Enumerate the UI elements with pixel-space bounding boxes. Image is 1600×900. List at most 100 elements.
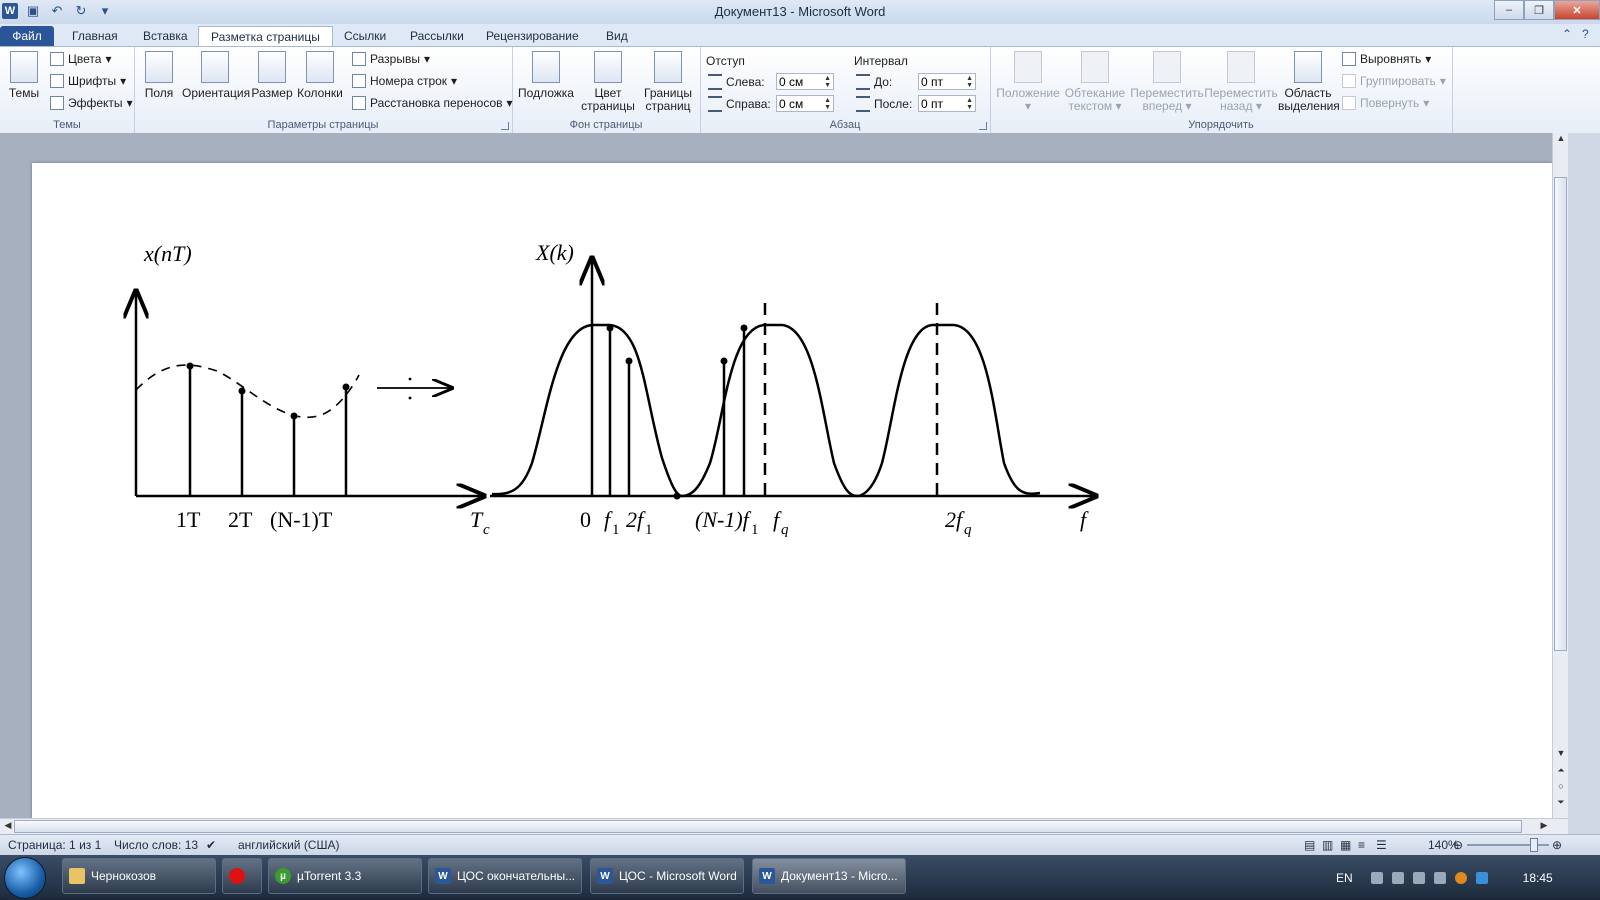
paragraph-launcher-icon[interactable]: [979, 122, 987, 130]
group-paragraph: Отступ Слева: ▲▼ Справа: ▲▼ Интервал До:…: [700, 47, 991, 133]
indent-right-input[interactable]: [779, 96, 819, 111]
bring-forward-button[interactable]: Переместить вперед ▾: [1130, 51, 1204, 113]
tab-page-layout[interactable]: Разметка страницы: [198, 26, 333, 47]
status-page[interactable]: Страница: 1 из 1: [8, 838, 101, 852]
app-tray-icon[interactable]: [1454, 871, 1467, 884]
close-button[interactable]: ✕: [1554, 0, 1600, 20]
page-borders-button[interactable]: Границы страниц: [640, 51, 696, 113]
margins-button[interactable]: Поля: [142, 51, 176, 100]
wrap-text-icon: [1081, 51, 1109, 83]
window-title: Документ13 - Microsoft Word: [714, 4, 886, 19]
maximize-button[interactable]: ❐: [1524, 0, 1554, 20]
spacing-after-input[interactable]: [921, 96, 961, 111]
line-numbers-button[interactable]: Номера строк ▾: [352, 74, 457, 88]
update-tray-icon[interactable]: [1475, 871, 1488, 884]
taskbar-item-utorrent[interactable]: µ µTorrent 3.3: [268, 858, 422, 894]
minimize-button[interactable]: ‒: [1494, 0, 1524, 20]
indent-right-spinner[interactable]: ▲▼: [776, 95, 834, 112]
hyphenation-button[interactable]: Расстановка переносов ▾: [352, 96, 513, 110]
taskbar-item-folder[interactable]: Чернокозов: [62, 858, 216, 894]
theme-colors-button[interactable]: Цвета ▾: [50, 52, 111, 66]
vertical-scroll-thumb[interactable]: [1554, 177, 1567, 651]
tab-view[interactable]: Вид: [594, 26, 640, 46]
page-setup-launcher-icon[interactable]: [501, 122, 509, 130]
spacing-before-input[interactable]: [921, 74, 961, 89]
wrap-text-button[interactable]: Обтекание текстом ▾: [1062, 51, 1128, 113]
arrow-dot: [408, 377, 412, 381]
taskbar-item-word-2[interactable]: W ЦОС - Microsoft Word: [590, 858, 744, 894]
scroll-up-icon[interactable]: ▲: [1553, 133, 1569, 147]
spectral-dot: [673, 492, 681, 500]
tab-file[interactable]: Файл: [0, 26, 54, 46]
send-backward-icon: [1227, 51, 1255, 83]
columns-button[interactable]: Колонки: [296, 51, 344, 100]
show-hidden-icons-icon[interactable]: [1370, 871, 1383, 884]
status-words[interactable]: Число слов: 13: [114, 838, 198, 852]
watermark-button[interactable]: Подложка: [518, 51, 574, 100]
selection-pane-button[interactable]: Область выделения: [1278, 51, 1340, 113]
spacing-after-row: После: ▲▼: [856, 95, 976, 112]
browse-object-icon[interactable]: ○: [1553, 781, 1569, 795]
start-button[interactable]: [4, 857, 46, 899]
scroll-right-icon[interactable]: ▶: [1536, 820, 1552, 834]
volume-icon[interactable]: [1412, 871, 1425, 884]
zoom-in-icon[interactable]: ⊕: [1552, 838, 1562, 852]
status-language[interactable]: английский (США): [238, 838, 339, 852]
orientation-button[interactable]: Ориентация: [182, 51, 250, 100]
taskbar-item-opera[interactable]: [222, 858, 262, 894]
spacing-after-spinner[interactable]: ▲▼: [918, 95, 976, 112]
scroll-down-icon[interactable]: ▼: [1553, 748, 1569, 762]
opera-icon: [229, 868, 245, 884]
document-page[interactable]: x(nT) 1T 2T (N-1)T T c X(k) 0 f 1 2f 1 (…: [32, 163, 1552, 818]
print-layout-icon[interactable]: ▤: [1304, 838, 1315, 852]
horizontal-scrollbar[interactable]: ◀ ▶: [0, 818, 1568, 835]
action-center-icon[interactable]: [1391, 871, 1404, 884]
tab-mailings[interactable]: Рассылки: [398, 26, 476, 46]
tab-review[interactable]: Рецензирование: [474, 26, 591, 46]
minimize-ribbon-icon[interactable]: ⌃: [1562, 27, 1572, 41]
word-icon: W: [435, 868, 451, 884]
prev-page-icon[interactable]: ⏶: [1553, 765, 1569, 779]
group-button[interactable]: Группировать ▾: [1342, 74, 1446, 88]
page-color-button[interactable]: Цвет страницы: [578, 51, 638, 113]
size-icon: [258, 51, 286, 83]
full-screen-reading-icon[interactable]: ▥: [1322, 838, 1333, 852]
help-icon[interactable]: ?: [1582, 27, 1589, 41]
outline-icon[interactable]: ≡: [1358, 838, 1365, 852]
theme-effects-button[interactable]: Эффекты ▾: [50, 96, 133, 110]
size-button[interactable]: Размер: [250, 51, 294, 100]
send-backward-button[interactable]: Переместить назад ▾: [1204, 51, 1278, 113]
language-indicator[interactable]: EN: [1336, 871, 1353, 885]
zoom-out-icon[interactable]: ⊖: [1453, 838, 1463, 852]
indent-left-icon: [708, 73, 722, 90]
horizontal-scroll-thumb[interactable]: [14, 820, 1522, 833]
spacing-label: Интервал: [854, 54, 908, 68]
themes-button[interactable]: Темы: [6, 51, 42, 100]
align-button[interactable]: Выровнять ▾: [1342, 52, 1431, 66]
network-icon[interactable]: [1433, 871, 1446, 884]
group-themes: Темы Цвета ▾ Шрифты ▾ Эффекты ▾ Темы: [0, 47, 135, 133]
spacing-before-spinner[interactable]: ▲▼: [918, 73, 976, 90]
vertical-scrollbar[interactable]: ▲ ▼ ⏶ ○ ⏷: [1552, 133, 1569, 818]
spellcheck-icon[interactable]: ✔: [206, 838, 216, 852]
time-domain-plot: x(nT) 1T 2T (N-1)T T c: [136, 241, 490, 538]
orientation-icon: [201, 51, 229, 83]
tick-2fq-sub: q: [964, 522, 972, 538]
draft-icon[interactable]: ☰: [1376, 838, 1387, 852]
taskbar-item-word-3[interactable]: W Документ13 - Micro...: [752, 858, 906, 894]
next-page-icon[interactable]: ⏷: [1553, 797, 1569, 811]
web-layout-icon[interactable]: ▦: [1340, 838, 1351, 852]
rotate-button[interactable]: Повернуть ▾: [1342, 96, 1429, 110]
clock[interactable]: 18:45: [1523, 871, 1553, 885]
breaks-button[interactable]: Разрывы ▾: [352, 52, 430, 66]
tab-home[interactable]: Главная: [60, 26, 130, 46]
position-button[interactable]: Положение ▾: [996, 51, 1060, 113]
zoom-slider-thumb[interactable]: [1530, 838, 1538, 852]
indent-left-input[interactable]: [779, 74, 819, 89]
theme-fonts-button[interactable]: Шрифты ▾: [50, 74, 126, 88]
tab-references[interactable]: Ссылки: [332, 26, 398, 46]
taskbar-item-word-1[interactable]: W ЦОС окончательны...: [428, 858, 582, 894]
indent-left-spinner[interactable]: ▲▼: [776, 73, 834, 90]
tab-insert[interactable]: Вставка: [131, 26, 200, 46]
spectral-dot: [740, 324, 748, 332]
